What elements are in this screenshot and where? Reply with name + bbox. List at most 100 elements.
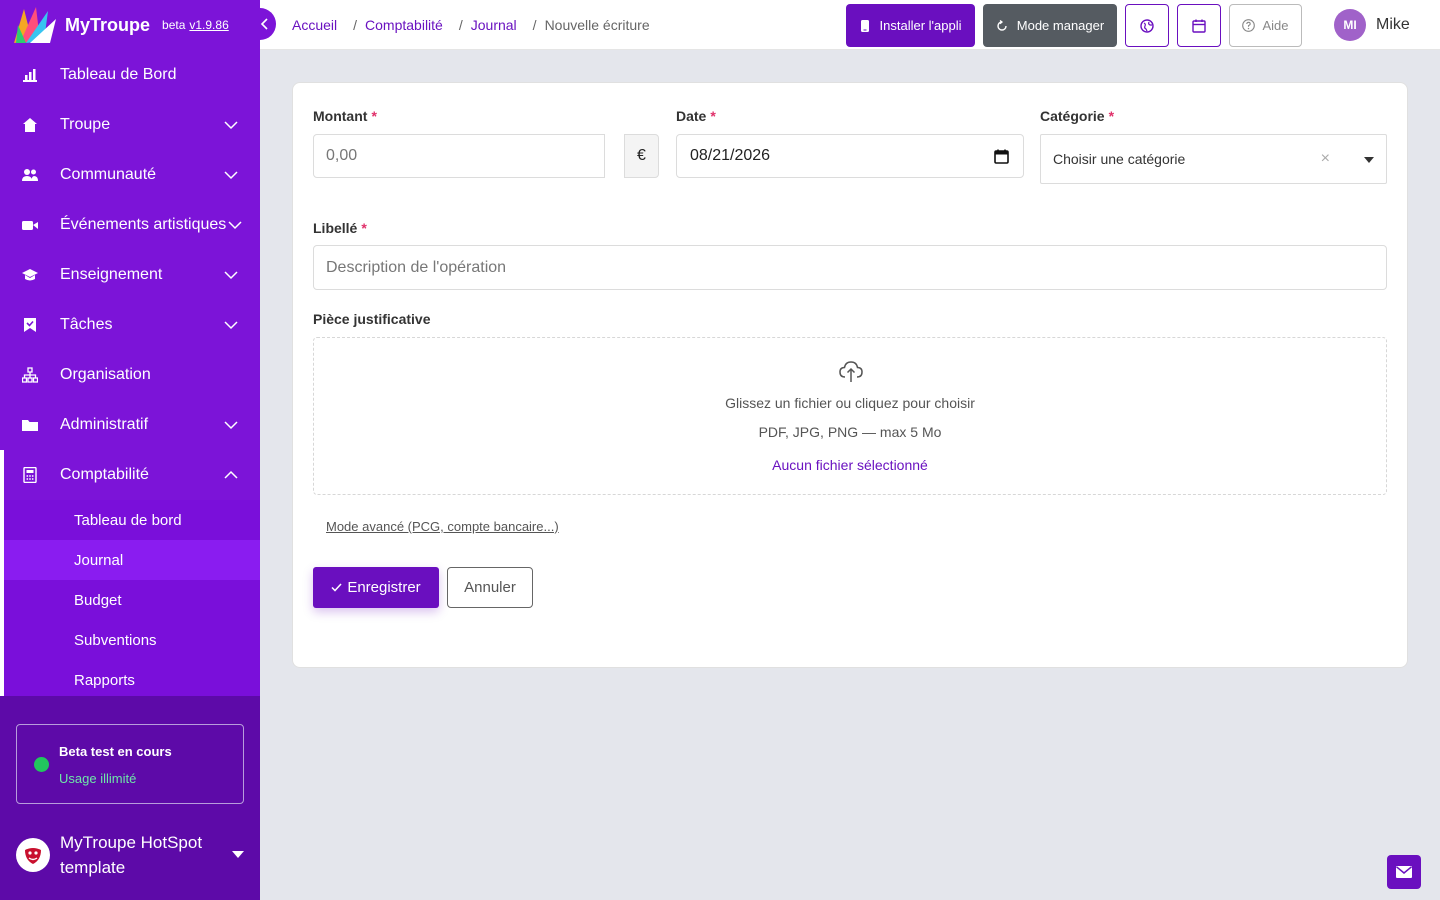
sidebar-item-label: Organisation <box>60 366 151 383</box>
sidebar-item-label: Communauté <box>60 166 157 183</box>
folder-icon <box>22 417 38 433</box>
chevron-down-icon <box>228 221 242 230</box>
user-menu[interactable]: MI Mike <box>1334 9 1410 41</box>
category-select[interactable]: Choisir une catégorie × <box>1040 134 1387 184</box>
sitemap-icon <box>22 367 38 383</box>
advanced-mode-link[interactable]: Mode avancé (PCG, compte bancaire...) <box>326 519 559 534</box>
sidebar-item-communaute[interactable]: Communauté <box>0 150 260 200</box>
sidebar-item-tableau-de-bord[interactable]: Tableau de Bord <box>0 50 260 100</box>
date-value: 08/21/2026 <box>690 147 771 164</box>
phone-icon <box>860 19 869 32</box>
cancel-button[interactable]: Annuler <box>447 567 533 608</box>
org-logo-icon <box>16 838 50 872</box>
libelle-input[interactable] <box>313 245 1387 290</box>
sidebar-item-evenements[interactable]: Événements artistiques <box>0 200 260 250</box>
sidebar-item-taches[interactable]: Tâches <box>0 300 260 350</box>
sidebar-item-label: Tâches <box>60 316 113 333</box>
beta-subtitle: Usage illimité <box>59 771 137 786</box>
org-switcher[interactable]: MyTroupe HotSpot template <box>16 830 246 880</box>
video-camera-icon <box>22 217 38 233</box>
sidebar-footer: Beta test en cours Usage illimité MyTrou… <box>0 696 260 900</box>
org-name: MyTroupe HotSpot template <box>60 833 203 877</box>
status-dot-icon <box>34 757 49 772</box>
required-mark: * <box>1108 108 1115 124</box>
currency-addon: € <box>624 134 659 178</box>
amount-input[interactable] <box>313 134 605 178</box>
dropzone-text: Glissez un fichier ou cliquez pour chois… <box>725 395 975 411</box>
chevron-down-icon <box>224 171 238 180</box>
graduation-cap-icon <box>22 267 38 283</box>
breadcrumb-separator: / <box>353 17 358 33</box>
bar-chart-icon <box>22 67 38 83</box>
sidebar-item-label: Événements artistiques <box>60 216 227 233</box>
chevron-up-icon <box>224 470 238 479</box>
sidebar: MyTroupe beta v1.9.86 Tableau de Bord Tro… <box>0 0 260 900</box>
chevron-down-icon <box>224 271 238 280</box>
sidebar-item-organisation[interactable]: Organisation <box>0 350 260 400</box>
bookmark-check-icon <box>22 317 38 333</box>
date-input[interactable]: 08/21/2026 <box>676 134 1024 178</box>
calendar-button[interactable] <box>1177 4 1221 47</box>
breadcrumb-journal[interactable]: Journal <box>471 17 517 33</box>
manager-mode-button[interactable]: Mode manager <box>983 4 1117 47</box>
sidebar-item-label: Troupe <box>60 116 111 133</box>
required-mark: * <box>371 108 377 124</box>
sidebar-item-comptabilite[interactable]: Comptabilité <box>4 450 260 500</box>
refresh-icon <box>997 19 1007 31</box>
globe-icon <box>1140 18 1154 33</box>
user-name: Mike <box>1376 16 1410 33</box>
beta-label: beta <box>162 18 186 32</box>
clear-icon[interactable]: × <box>1321 150 1330 168</box>
no-file-selected: Aucun fichier sélectionné <box>772 457 928 473</box>
save-button[interactable]: Enregistrer <box>313 567 439 608</box>
beta-title: Beta test en cours <box>59 744 172 759</box>
breadcrumb-accueil[interactable]: Accueil <box>292 17 337 33</box>
breadcrumb-current: Nouvelle écriture <box>544 17 650 33</box>
mytroupe-logo-icon <box>10 5 58 45</box>
version-link[interactable]: v1.9.86 <box>189 18 228 32</box>
category-label: Catégorie * <box>1040 108 1114 124</box>
beta-status-box: Beta test en cours Usage illimité <box>16 724 244 804</box>
sidebar-submenu: Tableau de bord Journal Budget Subventio… <box>4 500 260 700</box>
category-label-text: Catégorie <box>1040 108 1105 124</box>
attachment-label: Pièce justificative <box>313 311 431 327</box>
submenu-item-journal[interactable]: Journal <box>4 540 260 580</box>
submenu-item-budget[interactable]: Budget <box>4 580 260 620</box>
breadcrumb: Accueil / Comptabilité / Journal / Nouve… <box>292 17 650 33</box>
libelle-label-text: Libellé <box>313 220 358 236</box>
sidebar-collapse-button[interactable] <box>254 8 276 40</box>
install-app-button[interactable]: Installer l'appli <box>846 4 975 47</box>
message-button[interactable] <box>1387 855 1421 889</box>
sidebar-item-label: Comptabilité <box>60 466 149 483</box>
users-icon <box>22 167 38 183</box>
breadcrumb-separator: / <box>458 17 463 33</box>
submenu-item-tableau-de-bord[interactable]: Tableau de bord <box>4 500 260 540</box>
question-circle-icon <box>1242 19 1256 32</box>
sidebar-item-troupe[interactable]: Troupe <box>0 100 260 150</box>
category-placeholder: Choisir une catégorie <box>1053 151 1186 167</box>
breadcrumb-comptabilite[interactable]: Comptabilité <box>365 17 443 33</box>
required-mark: * <box>710 108 716 124</box>
required-mark: * <box>361 220 367 236</box>
website-button[interactable] <box>1125 4 1169 47</box>
cloud-upload-icon <box>839 361 863 382</box>
chevron-down-icon <box>224 321 238 330</box>
sidebar-item-label: Tableau de Bord <box>60 66 177 83</box>
check-icon <box>331 583 342 592</box>
file-dropzone[interactable]: Glissez un fichier ou cliquez pour chois… <box>313 337 1387 495</box>
help-button[interactable]: Aide <box>1229 4 1302 47</box>
amount-label: Montant * <box>313 108 377 124</box>
submenu-item-subventions[interactable]: Subventions <box>4 620 260 660</box>
manager-mode-label: Mode manager <box>1016 18 1105 33</box>
brand-beta-tag: beta v1.9.86 <box>162 18 229 32</box>
install-app-label: Installer l'appli <box>879 18 962 33</box>
sidebar-item-enseignement[interactable]: Enseignement <box>0 250 260 300</box>
sidebar-item-label: Enseignement <box>60 266 163 283</box>
sidebar-item-administratif[interactable]: Administratif <box>0 400 260 450</box>
libelle-label: Libellé * <box>313 220 367 236</box>
dropzone-formats: PDF, JPG, PNG — max 5 Mo <box>758 424 942 440</box>
calendar-icon[interactable] <box>994 149 1009 164</box>
submenu-item-rapports[interactable]: Rapports <box>4 660 260 700</box>
brand[interactable]: MyTroupe beta v1.9.86 <box>0 0 260 50</box>
breadcrumb-separator: / <box>532 17 537 33</box>
